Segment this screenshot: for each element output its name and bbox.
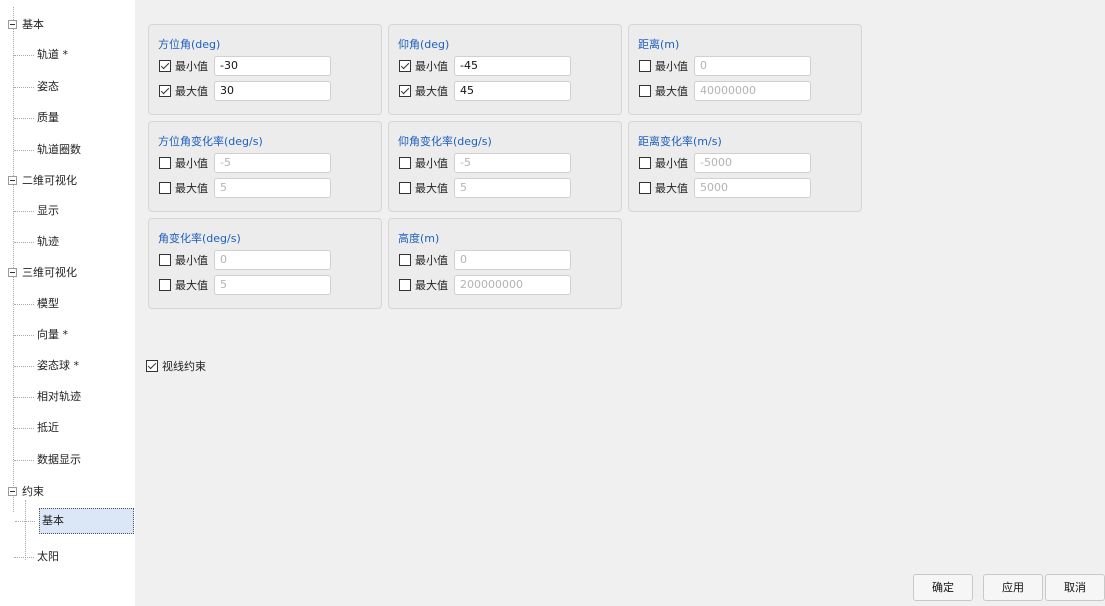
tree-item-track[interactable]: 轨迹 [14, 233, 59, 251]
altitude-max-input[interactable]: 200000000 [454, 275, 571, 295]
azimuth-min-input[interactable]: -30 [214, 56, 331, 76]
tree-group-label: 三维可视化 [22, 266, 77, 279]
line-of-sight-label: 视线约束 [162, 360, 206, 373]
tree-item-sun[interactable]: 太阳 [14, 548, 59, 566]
angular-rate-max-input[interactable]: 5 [214, 275, 331, 295]
tree-group-constraints[interactable]: 约束 [8, 483, 44, 499]
azimuth-group: 方位角(deg) 最小值 -30 最大值 30 [148, 24, 382, 115]
angular-rate-max-checkbox[interactable] [159, 279, 171, 291]
angular-rate-group: 角变化率(deg/s) 最小值 0 最大值 5 [148, 218, 382, 309]
max-label: 最大值 [175, 85, 208, 98]
max-label: 最大值 [175, 182, 208, 195]
range-rate-min-input[interactable]: -5000 [694, 153, 811, 173]
min-label: 最小值 [415, 157, 448, 170]
elevation-rate-min-checkbox[interactable] [399, 157, 411, 169]
range-rate-max-input[interactable]: 5000 [694, 178, 811, 198]
range-rate-max-checkbox[interactable] [639, 182, 651, 194]
tree-item-relative-track[interactable]: 相对轨迹 [14, 388, 81, 406]
max-label: 最大值 [655, 85, 688, 98]
range-group: 距离(m) 最小值 0 最大值 40000000 [628, 24, 862, 115]
angular-rate-min-checkbox[interactable] [159, 254, 171, 266]
azimuth-rate-min-checkbox[interactable] [159, 157, 171, 169]
line-of-sight-option[interactable]: 视线约束 [146, 358, 206, 374]
min-label: 最小值 [415, 254, 448, 267]
azimuth-rate-max-checkbox[interactable] [159, 182, 171, 194]
group-title: 仰角变化率(deg/s) [398, 135, 492, 148]
max-label: 最大值 [415, 182, 448, 195]
tree-connector [25, 500, 26, 560]
elevation-rate-max-input[interactable]: 5 [454, 178, 571, 198]
group-title: 角变化率(deg/s) [158, 232, 241, 245]
elevation-rate-min-input[interactable]: -5 [454, 153, 571, 173]
group-title: 高度(m) [398, 232, 440, 245]
tree-group-3d[interactable]: 三维可视化 [8, 264, 77, 280]
angular-rate-min-input[interactable]: 0 [214, 250, 331, 270]
azimuth-rate-group: 方位角变化率(deg/s) 最小值 -5 最大值 5 [148, 121, 382, 212]
ok-button[interactable]: 确定 [913, 574, 973, 601]
group-title: 方位角变化率(deg/s) [158, 135, 263, 148]
min-label: 最小值 [175, 60, 208, 73]
tree-item-orbit[interactable]: 轨道 * [14, 46, 68, 64]
settings-tree: 基本 轨道 * 姿态 质量 轨道圈数 二维可视化 显示 轨迹 三维可视化 模型 … [0, 0, 135, 606]
tree-group-basic[interactable]: 基本 [8, 16, 44, 32]
min-label: 最小值 [655, 60, 688, 73]
elevation-group: 仰角(deg) 最小值 -45 最大值 45 [388, 24, 622, 115]
min-label: 最小值 [415, 60, 448, 73]
max-label: 最大值 [655, 182, 688, 195]
elevation-min-checkbox[interactable] [399, 60, 411, 72]
tree-group-2d[interactable]: 二维可视化 [8, 172, 77, 188]
tree-item-constraint-basic[interactable]: 基本 [15, 508, 134, 534]
min-label: 最小值 [655, 157, 688, 170]
group-title: 距离变化率(m/s) [638, 135, 722, 148]
tree-item-data-display[interactable]: 数据显示 [14, 451, 81, 469]
altitude-min-checkbox[interactable] [399, 254, 411, 266]
elevation-max-checkbox[interactable] [399, 85, 411, 97]
azimuth-min-checkbox[interactable] [159, 60, 171, 72]
azimuth-rate-max-input[interactable]: 5 [214, 178, 331, 198]
elevation-min-input[interactable]: -45 [454, 56, 571, 76]
range-min-checkbox[interactable] [639, 60, 651, 72]
azimuth-max-checkbox[interactable] [159, 85, 171, 97]
tree-item-orbit-count[interactable]: 轨道圈数 [14, 141, 81, 159]
range-max-input[interactable]: 40000000 [694, 81, 811, 101]
constraint-panel: 方位角(deg) 最小值 -30 最大值 30 仰角(deg) 最小值 -45 最大值… [135, 0, 1105, 606]
tree-item-mass[interactable]: 质量 [14, 109, 59, 127]
tree-item-display[interactable]: 显示 [14, 202, 59, 220]
altitude-max-checkbox[interactable] [399, 279, 411, 291]
collapse-icon[interactable] [8, 267, 17, 277]
apply-button[interactable]: 应用 [983, 574, 1043, 601]
cancel-button[interactable]: 取消 [1045, 574, 1105, 601]
group-title: 距离(m) [638, 38, 680, 51]
collapse-icon[interactable] [8, 486, 17, 496]
azimuth-max-input[interactable]: 30 [214, 81, 331, 101]
tree-item-vector[interactable]: 向量 * [14, 326, 68, 344]
elevation-rate-group: 仰角变化率(deg/s) 最小值 -5 最大值 5 [388, 121, 622, 212]
tree-item-attitude-sphere[interactable]: 姿态球 * [14, 357, 79, 375]
max-label: 最大值 [415, 85, 448, 98]
range-rate-min-checkbox[interactable] [639, 157, 651, 169]
elevation-rate-max-checkbox[interactable] [399, 182, 411, 194]
range-max-checkbox[interactable] [639, 85, 651, 97]
azimuth-rate-min-input[interactable]: -5 [214, 153, 331, 173]
altitude-min-input[interactable]: 0 [454, 250, 571, 270]
altitude-group: 高度(m) 最小值 0 最大值 200000000 [388, 218, 622, 309]
range-rate-group: 距离变化率(m/s) 最小值 -5000 最大值 5000 [628, 121, 862, 212]
tree-group-label: 约束 [22, 485, 44, 498]
tree-item-approach[interactable]: 抵近 [14, 419, 59, 437]
max-label: 最大值 [415, 279, 448, 292]
max-label: 最大值 [175, 279, 208, 292]
collapse-icon[interactable] [8, 19, 17, 29]
min-label: 最小值 [175, 254, 208, 267]
min-label: 最小值 [175, 157, 208, 170]
line-of-sight-checkbox[interactable] [146, 360, 158, 372]
tree-group-label: 二维可视化 [22, 174, 77, 187]
range-min-input[interactable]: 0 [694, 56, 811, 76]
collapse-icon[interactable] [8, 175, 17, 185]
elevation-max-input[interactable]: 45 [454, 81, 571, 101]
group-title: 方位角(deg) [158, 38, 221, 51]
tree-group-label: 基本 [22, 18, 44, 31]
tree-item-model[interactable]: 模型 [14, 295, 59, 313]
tree-item-attitude[interactable]: 姿态 [14, 78, 59, 96]
group-title: 仰角(deg) [398, 38, 450, 51]
